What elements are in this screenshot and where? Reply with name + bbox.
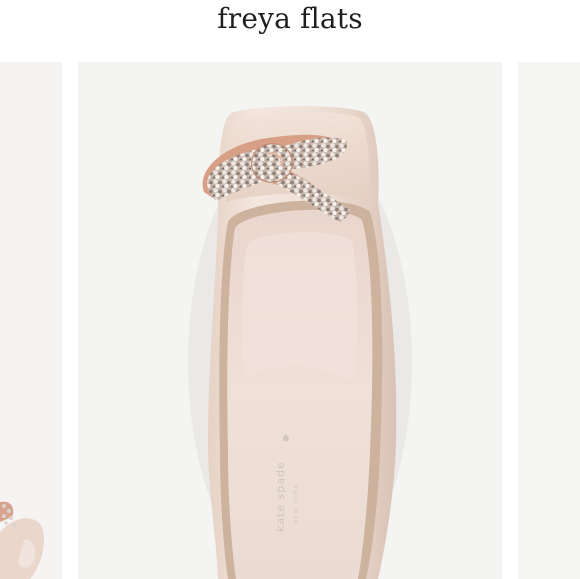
freya-flat-photo: kate spade NEW YORK bbox=[78, 62, 502, 579]
photo-carousel[interactable]: kate spade NEW YORK bbox=[0, 62, 580, 579]
carousel-next-photo[interactable] bbox=[518, 62, 580, 579]
listing-page: freya flats kate spade NEW YORK bbox=[0, 0, 580, 579]
insole-brand-city: NEW YORK bbox=[293, 484, 300, 524]
insole-brand-name: kate spade bbox=[274, 461, 287, 532]
next-shoe-photo bbox=[518, 62, 580, 579]
previous-shoe-photo bbox=[0, 62, 62, 579]
listing-title: freya flats bbox=[217, 2, 363, 35]
carousel-previous-photo[interactable] bbox=[0, 62, 62, 579]
carousel-current-photo[interactable]: kate spade NEW YORK bbox=[78, 62, 502, 579]
